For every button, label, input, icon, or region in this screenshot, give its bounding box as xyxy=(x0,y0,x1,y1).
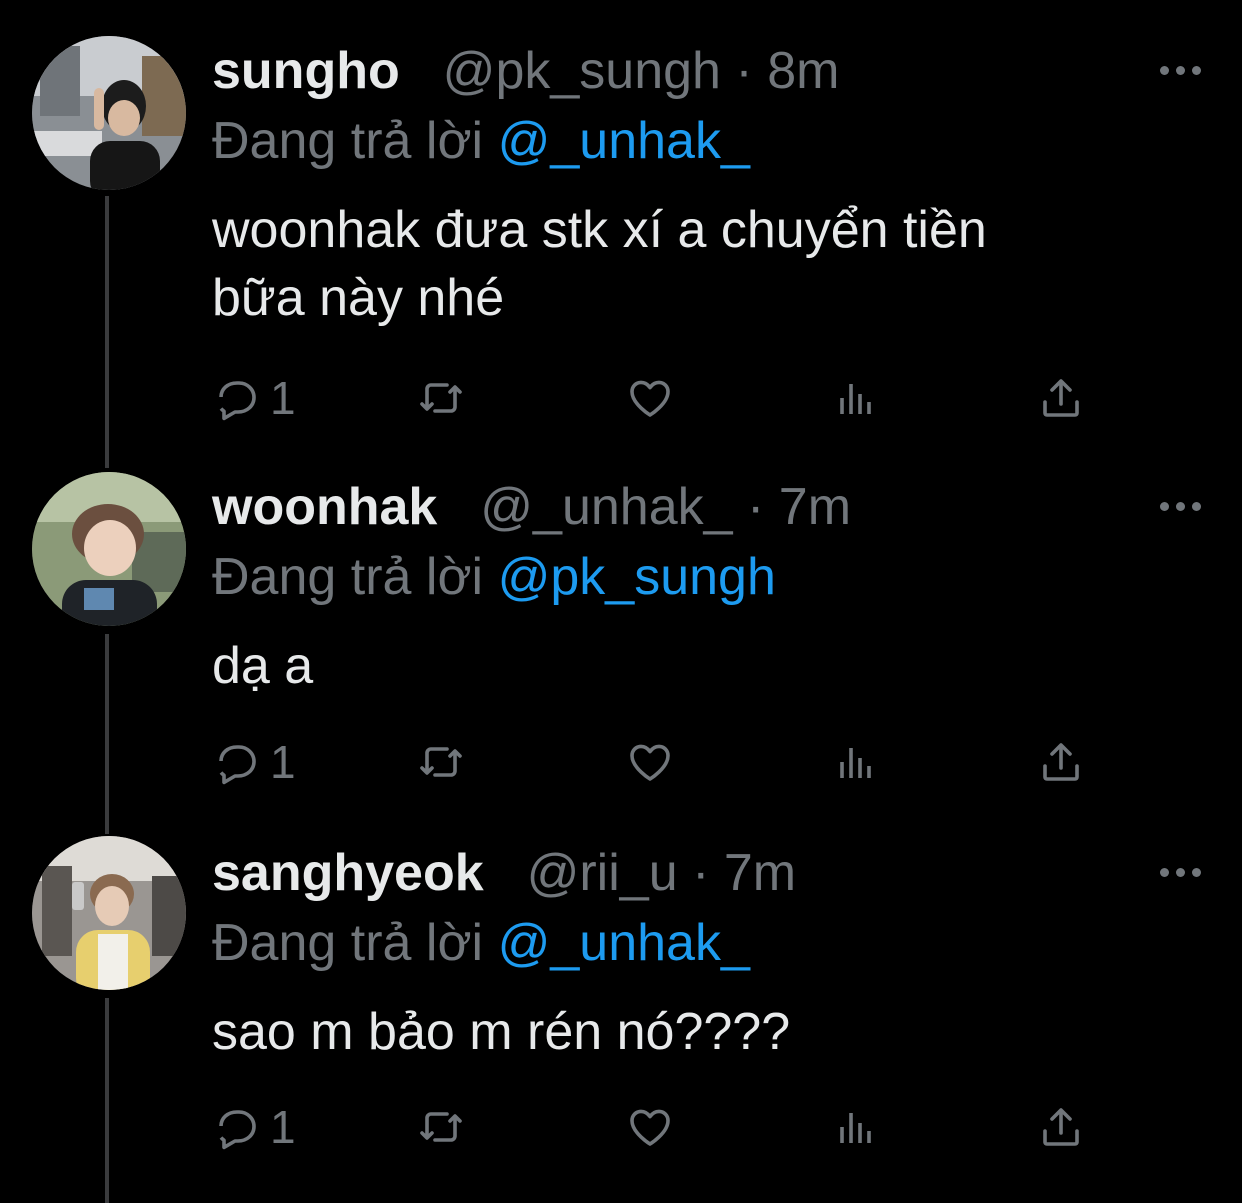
timestamp[interactable]: 7m xyxy=(779,478,851,536)
share-icon xyxy=(1043,379,1079,417)
share-button[interactable] xyxy=(1037,1102,1085,1152)
tweet-text-line: woonhak đưa stk xí a chuyển tiền xyxy=(212,201,987,259)
replying-to-handle[interactable]: @_unhak_ xyxy=(498,112,750,170)
replying-to-handle[interactable]: @pk_sungh xyxy=(498,548,776,606)
more-icon xyxy=(1160,66,1169,75)
share-icon xyxy=(1043,743,1079,781)
heart-icon xyxy=(630,744,670,781)
timestamp[interactable]: 7m xyxy=(724,844,796,902)
tweet-text: dạ a xyxy=(212,632,1172,700)
timestamp[interactable]: 8m xyxy=(767,42,839,100)
user-handle[interactable]: @pk_sungh xyxy=(443,42,721,100)
like-button[interactable] xyxy=(626,1102,674,1152)
more-icon xyxy=(1160,868,1169,877)
tweet[interactable]: woonhak @_unhak_ · 7m Đang trả lời @pk_s… xyxy=(0,440,1242,820)
share-icon xyxy=(1043,1108,1079,1146)
user-handle[interactable]: @_unhak_ xyxy=(480,478,732,536)
replying-to: Đang trả lời @_unhak_ xyxy=(212,908,750,978)
avatar[interactable] xyxy=(32,472,186,626)
action-bar: 1 xyxy=(212,373,1112,423)
retweet-button[interactable] xyxy=(417,373,465,423)
action-bar: 1 xyxy=(212,737,1112,787)
views-icon xyxy=(840,748,871,778)
display-name[interactable]: sungho xyxy=(212,42,400,100)
separator-dot: · xyxy=(747,478,779,536)
reply-icon xyxy=(219,381,256,421)
replying-to: Đang trả lời @pk_sungh xyxy=(212,542,776,612)
more-options-button[interactable] xyxy=(1155,858,1215,888)
replying-to-label: Đang trả lời xyxy=(212,112,484,170)
more-icon xyxy=(1160,502,1169,511)
separator-dot: · xyxy=(735,42,768,100)
retweet-icon xyxy=(420,383,462,413)
tweet[interactable]: sungho @pk_sungh · 8m Đang trả lời @_unh… xyxy=(0,0,1242,440)
display-name[interactable]: sanghyeok xyxy=(212,844,484,902)
replying-to-label: Đang trả lời xyxy=(212,914,484,972)
tweet-text-line: bữa này nhé xyxy=(212,269,505,327)
avatar[interactable] xyxy=(32,836,186,990)
more-options-button[interactable] xyxy=(1155,56,1215,86)
separator-dot: · xyxy=(692,844,724,902)
tweet-text: sao m bảo m rén nó???? xyxy=(212,998,1172,1066)
more-icon xyxy=(1192,66,1201,75)
share-button[interactable] xyxy=(1037,737,1085,787)
like-button[interactable] xyxy=(626,737,674,787)
more-options-button[interactable] xyxy=(1155,492,1215,522)
tweet-header: woonhak @_unhak_ · 7m xyxy=(212,472,851,542)
more-icon xyxy=(1176,502,1185,511)
reply-thread: sungho @pk_sungh · 8m Đang trả lời @_unh… xyxy=(0,0,1242,1203)
reply-icon xyxy=(219,745,256,785)
more-icon xyxy=(1176,66,1185,75)
share-button[interactable] xyxy=(1037,373,1085,423)
views-icon xyxy=(840,1113,871,1143)
heart-icon xyxy=(630,380,670,417)
retweet-button[interactable] xyxy=(417,737,465,787)
replying-to-label: Đang trả lời xyxy=(212,548,484,606)
tweet-text-line: dạ a xyxy=(212,637,314,695)
avatar-photo-sanghyeok xyxy=(32,836,186,990)
reply-count: 1 xyxy=(270,1101,296,1153)
retweet-icon xyxy=(420,747,462,777)
views-button[interactable] xyxy=(832,1102,880,1152)
tweet-header: sungho @pk_sungh · 8m xyxy=(212,36,839,106)
more-icon xyxy=(1192,502,1201,511)
views-icon xyxy=(840,384,871,414)
heart-icon xyxy=(630,1109,670,1146)
retweet-icon xyxy=(420,1112,462,1142)
tweet-text: woonhak đưa stk xí a chuyển tiền bữa này… xyxy=(212,196,1172,332)
reply-count: 1 xyxy=(270,372,296,424)
tweet-header: sanghyeok @rii_u · 7m xyxy=(212,838,796,908)
more-icon xyxy=(1192,868,1201,877)
action-bar: 1 xyxy=(212,1102,1112,1152)
reply-button[interactable]: 1 xyxy=(212,1102,296,1152)
views-button[interactable] xyxy=(832,737,880,787)
display-name[interactable]: woonhak xyxy=(212,478,437,536)
reply-button[interactable]: 1 xyxy=(212,373,296,423)
reply-icon xyxy=(219,1110,256,1150)
avatar[interactable] xyxy=(32,36,186,190)
more-icon xyxy=(1176,868,1185,877)
views-button[interactable] xyxy=(832,373,880,423)
reply-button[interactable]: 1 xyxy=(212,737,296,787)
avatar-photo-woonhak xyxy=(32,472,186,626)
like-button[interactable] xyxy=(626,373,674,423)
tweet[interactable]: sanghyeok @rii_u · 7m Đang trả lời @_unh… xyxy=(0,820,1242,1203)
retweet-button[interactable] xyxy=(417,1102,465,1152)
replying-to: Đang trả lời @_unhak_ xyxy=(212,106,750,176)
avatar-photo-sungho xyxy=(32,36,186,190)
tweet-text-line: sao m bảo m rén nó???? xyxy=(212,1003,791,1061)
reply-count: 1 xyxy=(270,736,296,788)
replying-to-handle[interactable]: @_unhak_ xyxy=(498,914,750,972)
user-handle[interactable]: @rii_u xyxy=(527,844,678,902)
